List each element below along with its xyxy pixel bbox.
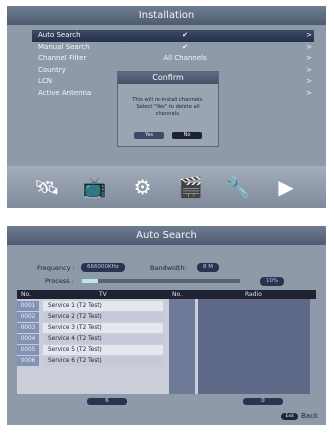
frequency-label: Frequency :	[37, 264, 75, 272]
menu-item-auto-search[interactable]: Auto Search ✔ >	[32, 30, 314, 42]
header-no: No.	[21, 291, 31, 298]
tv-count: 6	[87, 398, 127, 405]
tools-icon[interactable]: 🔧	[225, 175, 251, 199]
row-service-name: Service 6 (T2 Test)	[43, 356, 163, 366]
process-row: Process : 10%	[7, 276, 326, 286]
chevron-right-icon: >	[306, 65, 312, 74]
process-label: Process :	[45, 277, 74, 285]
main-menu-icon-bar: 🛰 📺 ⚙ 🎬 🔧 ▶	[7, 166, 326, 208]
row-service-name: Service 4 (T2 Test)	[43, 334, 163, 344]
installation-screen: Installation Auto Search ✔ > Manual Sear…	[7, 6, 326, 208]
radio-count: 0	[243, 398, 283, 405]
menu-item-manual-search[interactable]: Manual Search ✔ >	[32, 42, 314, 54]
menu-item-label: Auto Search	[38, 31, 81, 39]
auto-search-screen: Auto Search Frequency : 666000KHz Bandwi…	[7, 226, 326, 425]
menu-item-channel-filter[interactable]: Channel Filter All Channels >	[32, 53, 314, 65]
progress-percent: 10%	[260, 277, 285, 286]
header-radio: Radio	[245, 291, 262, 298]
auto-search-title: Auto Search	[7, 226, 326, 245]
gear-icon[interactable]: ⚙	[130, 175, 156, 199]
menu-item-value: ✔	[182, 42, 188, 51]
chevron-right-icon: >	[306, 31, 312, 39]
chevron-right-icon: >	[306, 88, 312, 97]
bandwidth-label: Bandwidth:	[150, 264, 187, 272]
chevron-right-icon: >	[306, 54, 312, 62]
exit-label: Back	[301, 412, 318, 420]
channel-table: No. TV No. Radio 0001 Service 1 (T2 Test…	[17, 290, 316, 394]
table-scrollbar[interactable]	[310, 299, 316, 394]
menu-item-label: Country	[38, 65, 66, 74]
menu-item-label: Manual Search	[38, 42, 90, 51]
no-button[interactable]: No	[172, 132, 202, 139]
progress-bar	[82, 279, 240, 283]
radio-list-column	[198, 299, 310, 394]
table-header: No. TV No. Radio	[17, 290, 316, 299]
header-tv: TV	[99, 291, 107, 298]
installation-title: Installation	[7, 6, 326, 25]
chevron-right-icon: >	[306, 42, 312, 51]
dialog-message: This will re-install channels. Select "Y…	[132, 97, 204, 117]
row-service-name: Service 1 (T2 Test)	[43, 301, 163, 311]
exit-hint[interactable]: Exit Back	[281, 411, 318, 421]
yes-button[interactable]: Yes	[134, 132, 164, 139]
menu-item-label: Channel Filter	[38, 54, 87, 62]
row-number: 0004	[17, 334, 39, 344]
channel-icon[interactable]: 🎬	[177, 175, 203, 199]
row-number: 0001	[17, 301, 39, 311]
row-number: 0006	[17, 356, 39, 366]
row-service-name: Service 2 (T2 Test)	[43, 312, 163, 322]
menu-item-label: Active Antenna	[38, 88, 92, 97]
row-number: 0002	[17, 312, 39, 322]
radio-number-column	[169, 299, 195, 394]
dialog-buttons: Yes No	[118, 132, 218, 139]
menu-item-value: ✔	[182, 31, 188, 39]
row-service-name: Service 5 (T2 Test)	[43, 345, 163, 355]
frequency-row: Frequency : 666000KHz Bandwidth: 8 M	[7, 262, 326, 274]
progress-fill	[82, 279, 98, 283]
tv-icon[interactable]: 📺	[82, 175, 108, 199]
row-service-name: Service 3 (T2 Test)	[43, 323, 163, 333]
exit-key-icon: Exit	[281, 412, 298, 420]
confirm-dialog: Confirm This will re-install channels. S…	[117, 71, 219, 147]
bandwidth-value: 8 M	[197, 263, 219, 272]
header-no-radio: No.	[172, 291, 182, 298]
dialog-title: Confirm	[118, 72, 218, 84]
chevron-right-icon: >	[306, 77, 312, 85]
frequency-value: 666000KHz	[81, 263, 125, 272]
row-number: 0003	[17, 323, 39, 333]
media-icon[interactable]: ▶	[273, 175, 299, 199]
row-number: 0005	[17, 345, 39, 355]
menu-item-label: LCN	[38, 77, 53, 85]
count-row: 6 0	[7, 398, 326, 407]
satellite-icon[interactable]: 🛰	[34, 175, 60, 199]
menu-item-value: All Channels	[163, 54, 207, 62]
